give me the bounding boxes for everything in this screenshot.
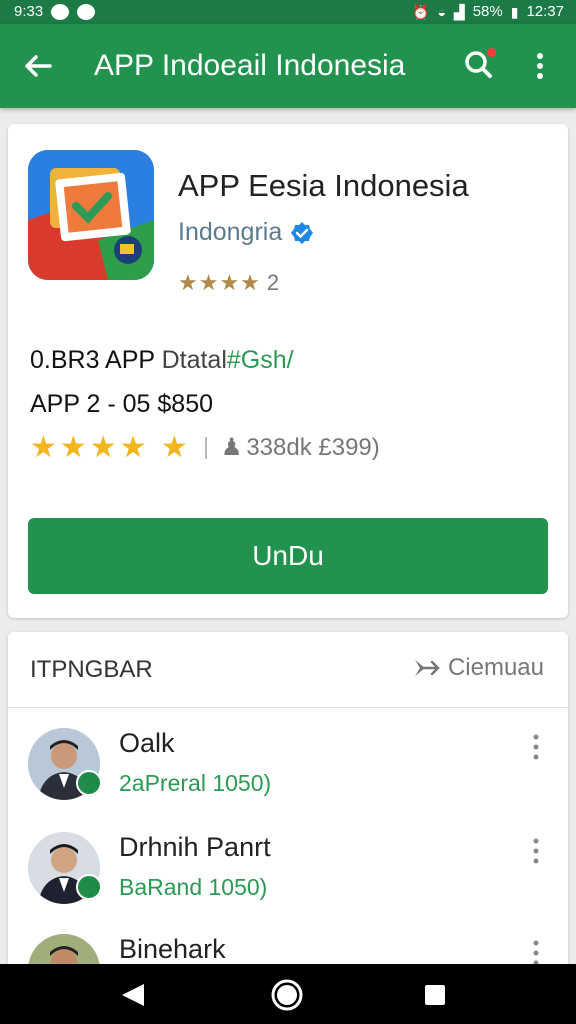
star-icon: ★★★★ xyxy=(178,270,261,295)
battery-icon: ▮ xyxy=(510,3,519,20)
person-subtitle: 2aPreral 1050) xyxy=(119,770,272,796)
verified-icon xyxy=(291,221,314,244)
info-line-2: APP 2 - 05 $850 xyxy=(30,390,214,418)
more-vert-icon[interactable] xyxy=(528,732,544,762)
online-badge xyxy=(76,770,102,796)
person-name: Oalk xyxy=(119,728,175,758)
info-line-1: 0.BR3 APP Dtatal#Gsh/ xyxy=(30,346,294,375)
small-rating: ★★★★ 2 xyxy=(178,270,279,296)
wifi-icon: ◒ xyxy=(437,3,446,20)
info-line-1-b: Dtatal xyxy=(161,346,227,374)
rating-row: ★★★★ ★ ♟ 338dk £399) xyxy=(30,430,380,465)
signal-icon: ▟ xyxy=(453,3,465,20)
person-name: Drhnih Panrt xyxy=(119,832,271,862)
app-bar-title: APP Indoeail Indonesia xyxy=(94,49,406,82)
developer-row[interactable]: Indongria xyxy=(178,218,314,247)
nav-recents-icon[interactable] xyxy=(424,984,446,1006)
app-bar: APP Indoeail Indonesia xyxy=(0,24,576,108)
section-header: ITPNGBAR Ciemuau xyxy=(8,632,568,708)
app-icon[interactable] xyxy=(28,150,154,280)
star-icon: ★★★★ ★ xyxy=(30,431,191,464)
search-button[interactable] xyxy=(458,44,500,86)
section-action-button[interactable]: Ciemuau xyxy=(412,654,544,682)
battery-level: 58% xyxy=(472,3,503,20)
info-line-1-c[interactable]: #Gsh/ xyxy=(227,346,294,374)
alarm-icon: ⏰ xyxy=(412,3,430,20)
overflow-menu-button[interactable] xyxy=(524,44,556,88)
divider xyxy=(204,436,207,459)
small-rating-count: 2 xyxy=(266,270,280,295)
notification-icon xyxy=(51,3,70,20)
status-bar: 9:33 ⏰ ◒ ▟ 58% ▮ 12:37 xyxy=(0,0,576,24)
more-vert-icon xyxy=(537,53,543,79)
share-icon xyxy=(414,660,440,676)
notification-icon-2 xyxy=(77,3,96,20)
list-item[interactable]: Oalk 2aPreral 1050) xyxy=(8,728,568,828)
section-title: ITPNGBAR xyxy=(30,656,153,683)
review-count-text: 338dk £399) xyxy=(246,433,380,461)
review-count: ♟ 338dk £399) xyxy=(221,433,380,462)
section-action-label[interactable]: Ciemuau xyxy=(448,654,544,682)
app-name: APP Eesia Indonesia xyxy=(178,168,469,203)
info-line-1-a: 0.BR3 APP xyxy=(30,346,155,374)
notification-dot xyxy=(487,48,496,57)
nav-home-icon[interactable] xyxy=(270,978,304,1012)
list-item[interactable]: Drhnih Panrt BaRand 1050) xyxy=(8,832,568,932)
app-logo-icon xyxy=(28,150,154,280)
developer-name[interactable]: Indongria xyxy=(178,218,282,247)
more-vert-icon[interactable] xyxy=(528,836,544,866)
person-subtitle: BaRand 1050) xyxy=(119,874,268,900)
status-time-right: 12:37 xyxy=(526,3,564,20)
system-nav-bar xyxy=(0,964,576,1024)
person-name: Binehark xyxy=(119,934,226,964)
nav-back-icon[interactable] xyxy=(118,982,148,1008)
app-detail-card: APP Eesia Indonesia Indongria ★★★★ 2 0.B… xyxy=(8,124,568,618)
people-section-card: ITPNGBAR Ciemuau Oalk 2aPreral 1050) Drh… xyxy=(8,632,568,1006)
back-button[interactable] xyxy=(18,46,58,86)
back-arrow-icon xyxy=(25,55,52,77)
online-badge xyxy=(76,874,102,900)
install-button[interactable]: UnDu xyxy=(28,518,548,594)
person-icon: ♟ xyxy=(220,434,243,461)
status-time-left: 9:33 xyxy=(14,3,44,20)
